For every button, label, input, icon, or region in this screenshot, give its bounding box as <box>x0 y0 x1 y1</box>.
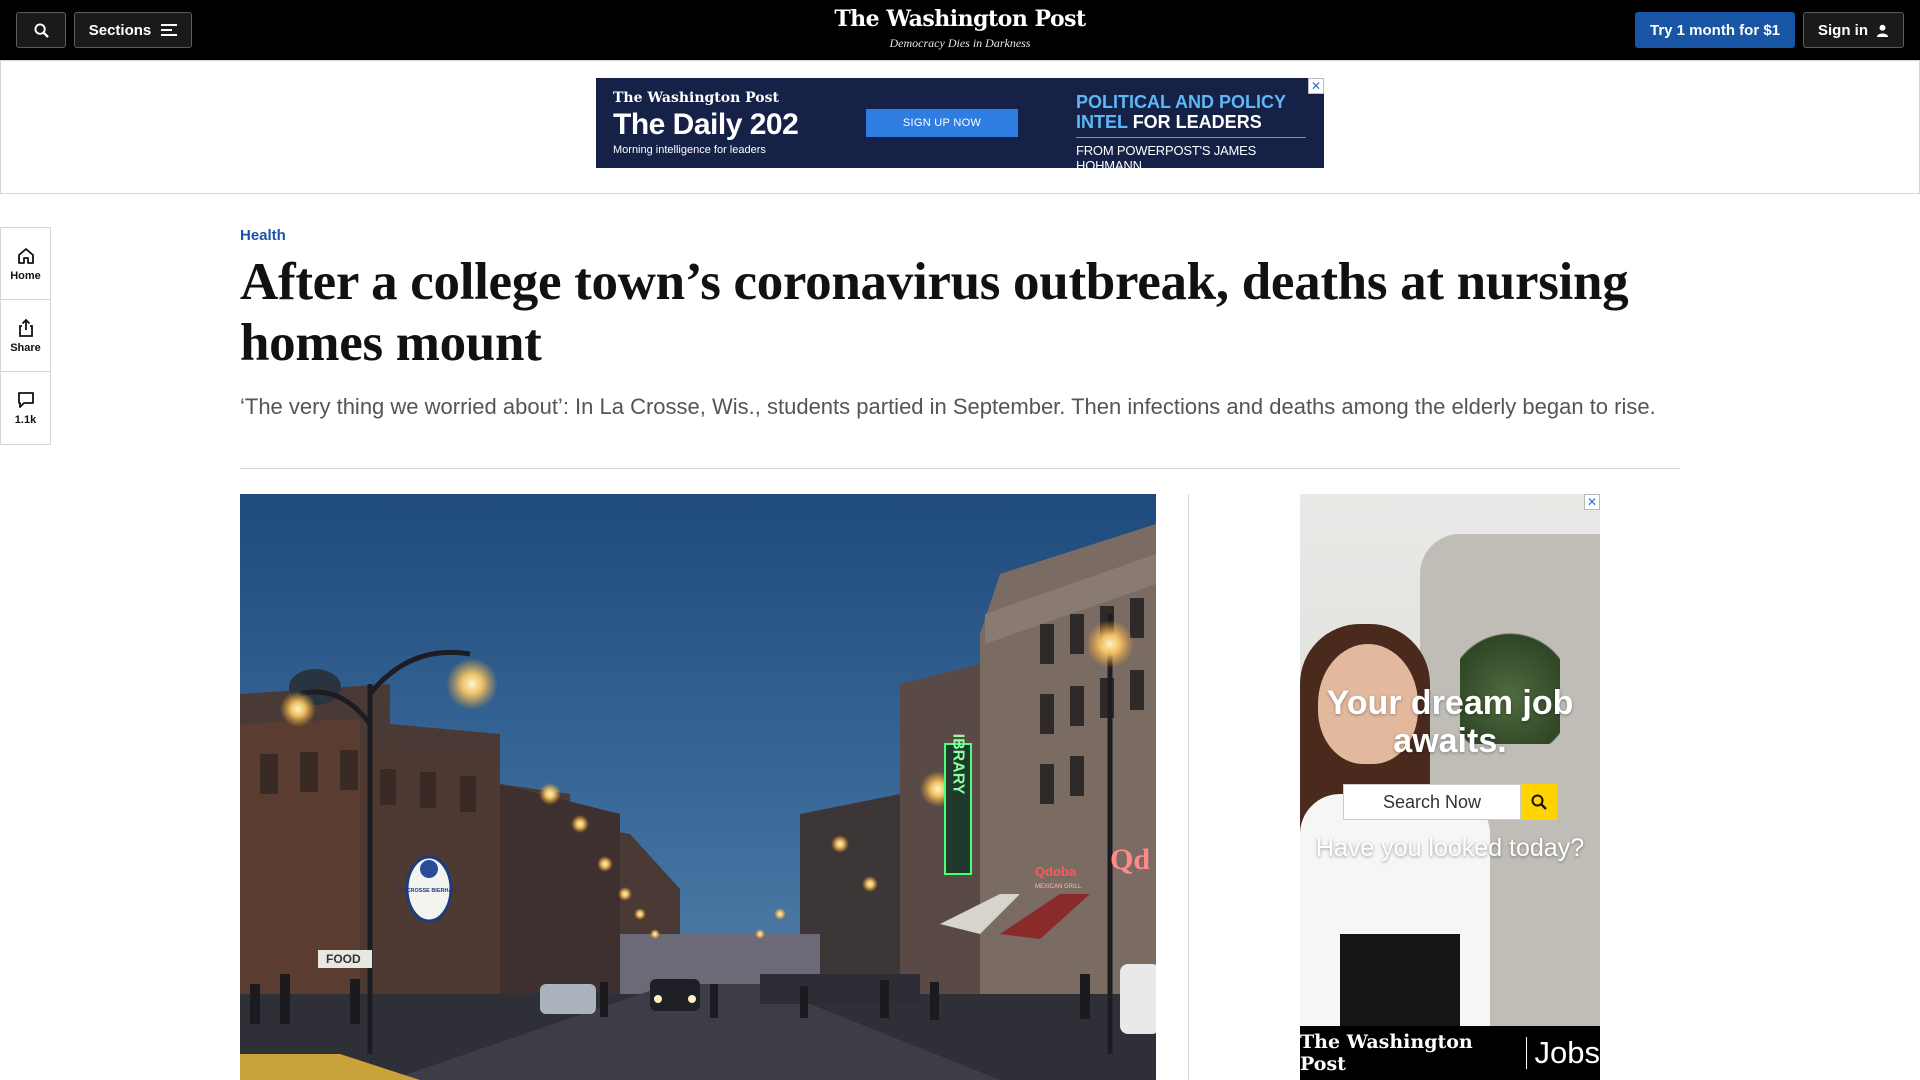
qdoba-storefront-sign: Qd <box>1110 843 1150 876</box>
masthead[interactable]: The Washington Post Democracy Dies in Da… <box>760 6 1160 51</box>
comments-button[interactable]: 1.1k <box>1 372 50 444</box>
subscribe-button[interactable]: Try 1 month for $1 <box>1635 12 1795 48</box>
street-scene-image: IBRARY Qd Qdoba MEXICAN GRILL LA CROSSE … <box>240 494 1156 1080</box>
column-divider <box>1188 494 1189 1080</box>
section-kicker-link[interactable]: Health <box>240 227 286 244</box>
share-button[interactable]: Share <box>1 300 50 372</box>
ad-brand: The Washington Post <box>613 90 779 106</box>
header-divider <box>240 468 1680 469</box>
ad-byline: FROM POWERPOST'S JAMES HOHMANN <box>1076 143 1257 168</box>
qdoba-sub-sign: MEXICAN GRILL <box>1035 884 1082 890</box>
hamburger-icon <box>161 24 178 36</box>
side-ad-close-icon[interactable]: ✕ <box>1584 494 1600 510</box>
ad-footer-separator <box>1525 1037 1527 1069</box>
sign-in-button[interactable]: Sign in <box>1803 12 1904 48</box>
sign-in-label: Sign in <box>1818 21 1868 39</box>
ad-divider <box>1076 137 1306 138</box>
ad-side-headline: Your dream job awaits. <box>1326 684 1574 760</box>
ad-close-icon[interactable]: ✕ <box>1308 78 1324 94</box>
share-icon <box>18 318 33 337</box>
site-tagline: Democracy Dies in Darkness <box>889 36 1031 50</box>
ad-title: The Daily 202 <box>613 108 799 141</box>
home-label: Home <box>10 269 41 282</box>
ad-signup-button[interactable]: SIGN UP NOW <box>866 109 1018 137</box>
article-dek: ‘The very thing we worried about’: In La… <box>240 394 1656 419</box>
sections-label: Sections <box>88 21 152 39</box>
top-navigation-bar: Sections The Washington Post Democracy D… <box>0 0 1920 60</box>
top-banner-ad[interactable]: The Washington Post The Daily 202 Mornin… <box>596 78 1324 168</box>
side-job-ad[interactable]: Your dream job awaits. Search Now Have y… <box>1300 494 1600 1080</box>
ad-side-footer: The Washington Post Jobs <box>1300 1026 1600 1080</box>
search-button[interactable] <box>16 12 66 48</box>
ad-headline-white: FOR LEADERS <box>1132 112 1262 132</box>
ad-side-tagline: Have you looked today? <box>1315 834 1585 862</box>
home-icon <box>17 247 34 264</box>
site-logo[interactable]: The Washington Post <box>760 6 1160 32</box>
article-headline: After a college town’s coronavirus outbr… <box>240 253 1629 372</box>
qdoba-sign: Qdoba <box>1035 864 1077 879</box>
comment-icon <box>17 392 34 408</box>
ad-footer-product: Jobs <box>1534 1035 1600 1070</box>
home-button[interactable]: Home <box>1 228 50 300</box>
user-icon <box>1876 24 1889 37</box>
sections-menu-button[interactable]: Sections <box>74 12 192 48</box>
lead-photo[interactable]: IBRARY Qd Qdoba MEXICAN GRILL LA CROSSE … <box>240 494 1156 1080</box>
ad-headline: POLITICAL AND POLICY INTEL FOR LEADERS <box>1076 92 1306 132</box>
neon-sign-text: IBRARY <box>950 734 967 795</box>
ad-footer-brand: The Washington Post <box>1300 1031 1473 1075</box>
ad-search-button[interactable] <box>1521 784 1557 820</box>
left-action-rail: Home Share 1.1k <box>0 227 51 445</box>
food-sign: FOOD <box>326 952 361 966</box>
ad-subtitle: Morning intelligence for leaders <box>613 144 766 156</box>
bierhaus-sign: LA CROSSE BIERHAUS <box>398 888 460 894</box>
comment-count: 1.1k <box>14 414 37 426</box>
search-icon <box>33 22 49 38</box>
ad-search-now-button[interactable]: Search Now <box>1343 784 1521 820</box>
share-label: Share <box>10 341 41 354</box>
search-icon <box>1531 794 1547 810</box>
